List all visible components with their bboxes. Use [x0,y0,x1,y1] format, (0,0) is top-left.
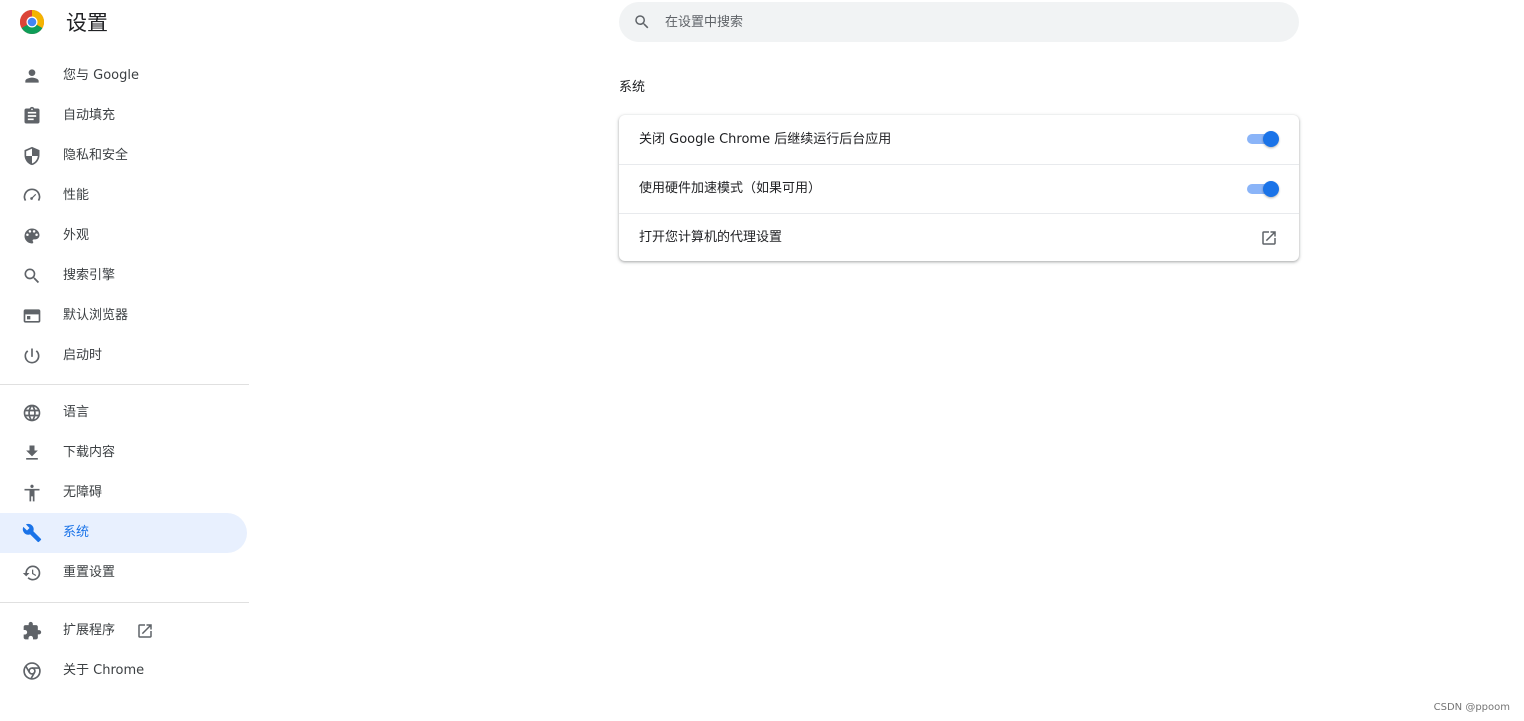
person-icon [22,66,42,86]
sidebar-item-label: 默认浏览器 [63,308,129,323]
sidebar-item-label: 语言 [63,405,90,420]
hardware-acceleration-toggle[interactable] [1247,181,1279,197]
toggle-knob [1263,181,1279,197]
palette-icon [22,226,42,246]
sidebar-item-languages[interactable]: 语言 [0,393,247,433]
sidebar-divider [0,602,249,603]
sidebar-item-autofill[interactable]: 自动填充 [0,96,247,136]
accessibility-icon [22,483,42,503]
search-input[interactable] [665,2,1265,42]
toggle-knob [1263,131,1279,147]
sidebar: 您与 Google 自动填充 隐私和安全 性能 外观 搜索引擎 默认浏览器 启动… [0,56,250,691]
sidebar-item-label: 搜索引擎 [63,268,116,283]
setting-label: 关闭 Google Chrome 后继续运行后台应用 [639,131,892,147]
clipboard-icon [22,106,42,126]
background-apps-toggle[interactable] [1247,131,1279,147]
sidebar-item-label: 无障碍 [63,485,103,500]
sidebar-item-system[interactable]: 系统 [0,513,247,553]
sidebar-item-performance[interactable]: 性能 [0,176,247,216]
settings-row-background-apps: 关闭 Google Chrome 后继续运行后台应用 [619,115,1299,164]
sidebar-item-you-and-google[interactable]: 您与 Google [0,56,247,96]
app-header: 设置 [0,0,300,46]
globe-icon [22,403,42,423]
download-icon [22,443,42,463]
sidebar-divider [0,384,249,385]
sidebar-item-accessibility[interactable]: 无障碍 [0,473,247,513]
sidebar-item-label: 下载内容 [63,445,116,460]
chrome-icon [22,661,42,681]
open-in-new-icon[interactable] [1260,229,1278,247]
shield-icon [22,146,42,166]
sidebar-item-label: 启动时 [63,348,103,363]
watermark: CSDN @ppoom [1433,702,1510,713]
setting-label: 打开您计算机的代理设置 [639,230,783,245]
sidebar-item-search-engine[interactable]: 搜索引擎 [0,256,247,296]
settings-row-hardware-acceleration: 使用硬件加速模式（如果可用） [619,164,1299,213]
sidebar-item-label: 重置设置 [63,565,116,580]
power-icon [22,346,42,366]
section-title: 系统 [619,80,646,95]
search-icon [22,266,42,286]
system-settings-card: 关闭 Google Chrome 后继续运行后台应用 使用硬件加速模式（如果可用… [619,115,1299,261]
puzzle-icon [22,621,42,641]
sidebar-item-label: 扩展程序 [63,623,116,638]
setting-label: 使用硬件加速模式（如果可用） [639,181,822,196]
sidebar-item-label: 性能 [63,188,90,203]
sidebar-item-default-browser[interactable]: 默认浏览器 [0,296,247,336]
wrench-icon [22,523,42,543]
sidebar-item-privacy[interactable]: 隐私和安全 [0,136,247,176]
sidebar-item-label: 外观 [63,228,90,243]
settings-row-proxy[interactable]: 打开您计算机的代理设置 [619,213,1299,262]
search-icon [635,15,649,29]
browser-window-icon [22,306,42,326]
history-icon [22,563,42,583]
sidebar-item-about-chrome[interactable]: 关于 Chrome [0,651,247,691]
sidebar-item-reset-settings[interactable]: 重置设置 [0,553,247,593]
sidebar-item-extensions[interactable]: 扩展程序 [0,611,247,651]
chrome-logo-icon [20,10,44,34]
sidebar-item-label: 系统 [63,525,90,540]
search-box[interactable] [619,2,1299,42]
page-title: 设置 [66,11,108,35]
open-in-new-icon [138,624,152,638]
sidebar-item-label: 隐私和安全 [63,148,129,163]
settings-page: 设置 您与 Google 自动填充 隐私和安全 [0,0,1524,721]
speedometer-icon [22,186,42,206]
sidebar-item-on-startup[interactable]: 启动时 [0,336,247,376]
sidebar-item-label: 自动填充 [63,108,116,123]
sidebar-item-label: 您与 Google [63,68,139,83]
sidebar-item-downloads[interactable]: 下载内容 [0,433,247,473]
sidebar-item-appearance[interactable]: 外观 [0,216,247,256]
sidebar-item-label: 关于 Chrome [63,663,145,678]
